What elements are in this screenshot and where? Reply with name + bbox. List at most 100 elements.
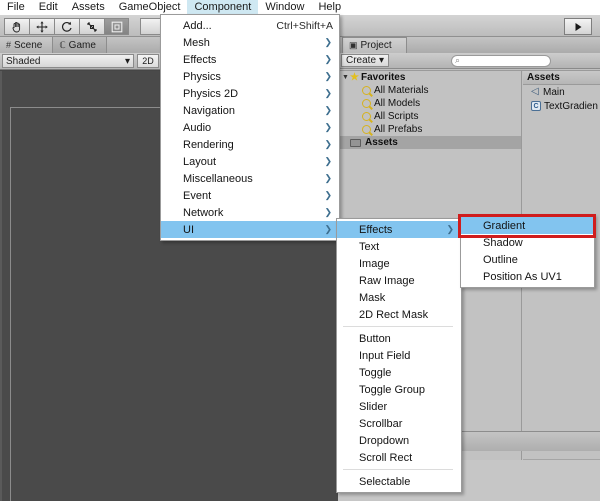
tree-item-all-scripts[interactable]: All Scripts [338,110,521,123]
ui-menu-item-dropdown[interactable]: Dropdown [337,432,461,449]
menubar-item-help[interactable]: Help [311,0,348,15]
asset-item[interactable]: ◁ Main [523,85,600,99]
grid-icon: # [6,40,12,50]
star-icon: ★ [350,72,359,83]
csharp-script-icon: C [531,101,541,111]
hand-tool-button[interactable] [4,18,29,35]
tree-item-assets[interactable]: Assets [338,136,521,149]
menu-item-physics-2d[interactable]: Physics 2D ❯ [161,85,339,102]
menu-item-label: Network [183,206,224,219]
menu-item-event[interactable]: Event ❯ [161,187,339,204]
effects-menu-item-position-as-uv1[interactable]: Position As UV1 [461,268,594,285]
menu-item-rendering[interactable]: Rendering ❯ [161,136,339,153]
menubar-item-component[interactable]: Component [187,0,259,15]
menu-item-label: Physics [183,70,221,83]
tree-item-all-prefabs[interactable]: All Prefabs [338,123,521,136]
unity-editor-window: File Edit Assets GameObject Component Window H… [0,0,600,501]
menubar-item-window[interactable]: Window [258,0,311,15]
ui-menu-item-input-field[interactable]: Input Field [337,347,461,364]
gamepad-icon: ℂ [59,39,66,50]
search-icon: ⌕ [455,55,461,65]
asset-item-label: TextGradien [544,100,598,112]
menu-item-mesh[interactable]: Mesh ❯ [161,34,339,51]
menu-separator [343,469,453,470]
effects-menu-item-outline[interactable]: Outline [461,251,594,268]
ui-menu-item-mask[interactable]: Mask [337,289,461,306]
ui-menu-item-scroll-rect[interactable]: Scroll Rect [337,449,461,466]
ui-menu-item-image[interactable]: Image [337,255,461,272]
tree-item-all-materials[interactable]: All Materials [338,84,521,97]
chevron-right-icon: ❯ [324,190,332,200]
folder-icon: ▣ [349,40,358,50]
effects-menu-item-gradient[interactable]: Gradient [461,217,594,234]
chevron-right-icon: ❯ [324,71,332,81]
ui-menu-item-text[interactable]: Text [337,238,461,255]
menu-item-ui[interactable]: UI ❯ [161,221,339,238]
tree-item-all-models[interactable]: All Models [338,97,521,110]
chevron-right-icon: ❯ [324,37,332,47]
asset-item[interactable]: C TextGradien [523,99,600,113]
tree-item-label: Favorites [360,72,406,83]
play-button[interactable] [564,18,592,35]
menu-item-miscellaneous[interactable]: Miscellaneous ❯ [161,170,339,187]
tab-game[interactable]: ℂ Game [53,37,107,53]
create-button-label: Create [346,55,377,66]
assets-rows: ◁ Main C TextGradien [523,85,600,113]
draw-mode-label: Shaded [6,55,41,67]
ui-menu-item-scrollbar[interactable]: Scrollbar [337,415,461,432]
project-toolbar: Create ▾ ⌕ [338,53,600,69]
toggle-2d-button[interactable]: 2D [137,54,159,68]
ui-menu-item-button[interactable]: Button [337,330,461,347]
chevron-right-icon: ❯ [324,156,332,166]
menu-item-label: Navigation [183,104,235,117]
ui-menu-item-slider[interactable]: Slider [337,398,461,415]
menu-item-label: Event [183,189,212,202]
menu-item-layout[interactable]: Layout ❯ [161,153,339,170]
magnifier-icon [362,112,371,121]
menu-bar: File Edit Assets GameObject Component Window H… [0,0,600,15]
chevron-down-icon: ▾ [379,55,385,66]
chevron-right-icon: ❯ [324,139,332,149]
menu-item-label: Physics 2D [183,87,239,100]
tab-project[interactable]: ▣ Project [342,37,407,53]
rect-tool-button[interactable] [104,18,129,35]
ui-menu-item-toggle-group[interactable]: Toggle Group [337,381,461,398]
menubar-item-assets[interactable]: Assets [65,0,112,15]
menu-item-physics[interactable]: Physics ❯ [161,68,339,85]
ui-menu-item-toggle[interactable]: Toggle [337,364,461,381]
effects-menu-item-shadow[interactable]: Shadow [461,234,594,251]
menu-item-label: Effects [359,223,393,236]
tree-item-label: All Prefabs [374,124,423,135]
project-tab-bar: ▣ Project [338,37,600,53]
effects-submenu: Gradient Shadow Outline Position As UV1 [460,214,595,288]
create-button[interactable]: Create ▾ [341,54,390,67]
move-tool-button[interactable] [29,18,54,35]
ui-menu-item-selectable[interactable]: Selectable [337,473,461,490]
magnifier-icon [362,86,371,95]
draw-mode-dropdown[interactable]: Shaded ▾ [2,54,134,68]
ui-menu-item-raw-image[interactable]: Raw Image [337,272,461,289]
menu-item-label: Text [359,240,380,253]
menu-item-add[interactable]: Add... Ctrl+Shift+A [161,17,339,34]
menu-item-navigation[interactable]: Navigation ❯ [161,102,339,119]
rotate-tool-button[interactable] [54,18,79,35]
expand-triangle-icon[interactable]: ▼ [341,74,350,81]
menu-item-network[interactable]: Network ❯ [161,204,339,221]
menubar-item-file[interactable]: File [0,0,32,15]
tab-scene-label: Scene [14,39,43,51]
menu-item-audio[interactable]: Audio ❯ [161,119,339,136]
tree-item-favorites[interactable]: ▼ ★ Favorites [338,71,521,84]
project-search-input[interactable]: ⌕ [451,54,552,67]
scale-tool-button[interactable] [79,18,104,35]
ui-menu-item-2d-rect-mask[interactable]: 2D Rect Mask [337,306,461,323]
chevron-right-icon: ❯ [324,224,332,234]
menubar-item-edit[interactable]: Edit [32,0,65,15]
tab-game-label: Game [68,39,96,51]
menubar-item-gameobject[interactable]: GameObject [112,0,188,15]
ui-menu-item-effects[interactable]: Effects ❯ [337,221,461,238]
menu-item-label: Gradient [483,219,526,232]
menu-item-label: Audio [183,121,212,134]
tab-scene[interactable]: # Scene [0,37,54,53]
menu-item-effects[interactable]: Effects ❯ [161,51,339,68]
menu-item-label: Button [359,332,391,345]
